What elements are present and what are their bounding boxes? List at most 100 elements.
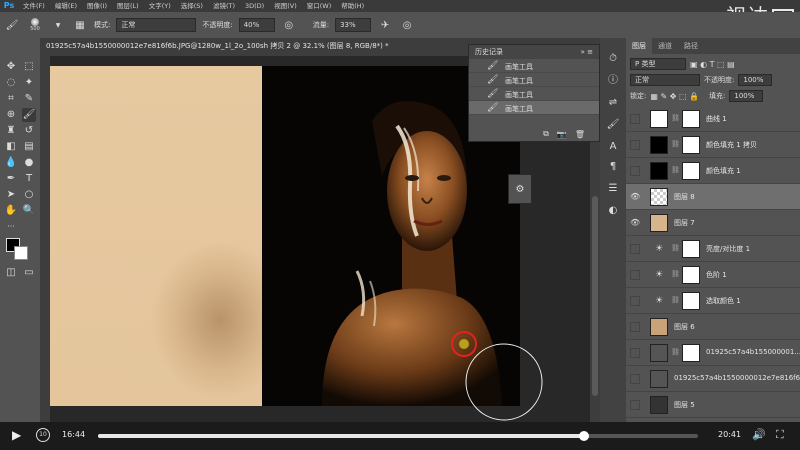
layer-row[interactable]: ☀ ⛓ 选取颜色 1: [626, 288, 800, 314]
progress-bar[interactable]: [98, 431, 698, 441]
layer-mask-thumbnail[interactable]: [682, 110, 700, 128]
link-chain-icon[interactable]: ⛓: [671, 270, 680, 278]
mode-select[interactable]: 正常: [116, 18, 197, 32]
layer-row[interactable]: 图层 5: [626, 392, 800, 418]
layer-thumbnail[interactable]: [650, 370, 668, 388]
layer-thumbnail[interactable]: [650, 396, 668, 414]
menu-item[interactable]: 滤镜(T): [208, 0, 240, 12]
layer-filter-select[interactable]: P 类型: [630, 58, 686, 70]
brush-tool-icon[interactable]: 🖌: [4, 17, 20, 33]
layer-row[interactable]: ⛓ 颜色填充 1 拷贝: [626, 132, 800, 158]
layers-tab[interactable]: 通道: [652, 38, 678, 54]
visibility-eye-icon[interactable]: [630, 348, 640, 358]
visibility-eye-icon[interactable]: [630, 270, 640, 280]
pressure-opacity-icon[interactable]: ◎: [281, 17, 297, 33]
pressure-size-icon[interactable]: ◎: [399, 17, 415, 33]
layer-mask-thumbnail[interactable]: [682, 292, 700, 310]
stamp-tool-icon[interactable]: ♜: [4, 124, 18, 138]
hand-tool-icon[interactable]: ✋: [4, 204, 18, 218]
layers-tab[interactable]: 图层: [626, 38, 652, 54]
history-panel-header[interactable]: 历史记录 » ≡: [469, 45, 599, 59]
gradient-tool-icon[interactable]: ▤: [22, 140, 36, 154]
layer-thumbnail[interactable]: [650, 318, 668, 336]
layer-thumbnail[interactable]: [650, 344, 668, 362]
layer-row[interactable]: ☀ ⛓ 色阶 1: [626, 262, 800, 288]
layer-row[interactable]: ⛓ 曲线 1: [626, 106, 800, 132]
artboard-tool-icon[interactable]: ⬚: [22, 60, 36, 74]
blend-mode-select[interactable]: 正常: [630, 74, 700, 86]
layer-mask-thumbnail[interactable]: [682, 344, 700, 362]
history-item[interactable]: 🖌 画笔工具: [469, 73, 599, 87]
crop-tool-icon[interactable]: ⌗: [4, 92, 18, 106]
layer-thumbnail[interactable]: [650, 188, 668, 206]
link-chain-icon[interactable]: ⛓: [671, 140, 680, 148]
visibility-eye-icon[interactable]: [630, 296, 640, 306]
layer-row[interactable]: ☀ ⛓ 亮度/对比度 1: [626, 236, 800, 262]
swatches-icon[interactable]: ◐: [606, 204, 620, 218]
spot-healing-icon[interactable]: ⊕: [4, 108, 18, 122]
layer-row[interactable]: 01925c57a4b1550000012e7e816f6...: [626, 366, 800, 392]
visibility-eye-icon[interactable]: [630, 244, 640, 254]
visibility-eye-icon[interactable]: 👁: [630, 218, 640, 228]
layer-row[interactable]: 👁 图层 8: [626, 184, 800, 210]
more-tools-icon[interactable]: ···: [4, 220, 18, 234]
panel-collapse-icon[interactable]: » ≡: [581, 45, 593, 59]
path-select-icon[interactable]: ➤: [4, 188, 18, 202]
airbrush-icon[interactable]: ✈: [377, 17, 393, 33]
zoom-tool-icon[interactable]: 🔍: [22, 204, 36, 218]
link-chain-icon[interactable]: ⛓: [671, 244, 680, 252]
brush-settings-icon[interactable]: ▦: [72, 17, 88, 33]
quick-mask-icon[interactable]: ◫: [4, 266, 18, 280]
brush-preset-picker[interactable]: 500: [26, 18, 44, 32]
layer-thumbnail[interactable]: [650, 214, 668, 232]
history-panel-icon[interactable]: ⏱: [606, 52, 620, 66]
pen-tool-icon[interactable]: ✒: [4, 172, 18, 186]
info-panel-icon[interactable]: ⓘ: [606, 74, 620, 88]
layer-mask-thumbnail[interactable]: [682, 266, 700, 284]
scrollbar-thumb[interactable]: [592, 196, 598, 396]
layer-row[interactable]: ⛓ 颜色填充 1: [626, 158, 800, 184]
background-color-swatch[interactable]: [14, 246, 28, 260]
brush-tool-icon[interactable]: 🖌: [22, 108, 36, 122]
layer-thumbnail[interactable]: ☀: [650, 266, 668, 284]
visibility-eye-icon[interactable]: [630, 322, 640, 332]
replay-10-icon[interactable]: 10: [36, 428, 50, 442]
menu-item[interactable]: 3D(D): [240, 0, 269, 12]
screen-mode-icon[interactable]: ▭: [22, 266, 36, 280]
layer-thumbnail[interactable]: [650, 110, 668, 128]
visibility-eye-icon[interactable]: 👁: [630, 192, 640, 202]
character-panel-icon[interactable]: A: [606, 140, 620, 154]
visibility-eye-icon[interactable]: [630, 114, 640, 124]
menu-item[interactable]: 图层(L): [112, 0, 144, 12]
filter-icons[interactable]: ▣ ◐ T ⬚ ▤: [690, 60, 735, 69]
link-chain-icon[interactable]: ⛓: [671, 348, 680, 356]
layer-row[interactable]: 图层 6: [626, 314, 800, 340]
layer-mask-thumbnail[interactable]: [682, 240, 700, 258]
layer-thumbnail[interactable]: ☀: [650, 240, 668, 258]
history-item[interactable]: 🖌 画笔工具: [469, 59, 599, 73]
link-chain-icon[interactable]: ⛓: [671, 114, 680, 122]
history-item[interactable]: 🖌 画笔工具: [469, 87, 599, 101]
visibility-eye-icon[interactable]: [630, 400, 640, 410]
visibility-eye-icon[interactable]: [630, 166, 640, 176]
layer-row[interactable]: ⛓ 01925c57a4b155000001...: [626, 340, 800, 366]
layer-row[interactable]: 👁 图层 7: [626, 210, 800, 236]
layer-thumbnail[interactable]: [650, 162, 668, 180]
opacity-field[interactable]: 40%: [238, 18, 275, 32]
eraser-tool-icon[interactable]: ◧: [4, 140, 18, 154]
menu-item[interactable]: 视图(V): [269, 0, 302, 12]
layer-mask-thumbnail[interactable]: [682, 136, 700, 154]
blur-tool-icon[interactable]: 💧: [4, 156, 18, 170]
eyedropper-icon[interactable]: ✎: [22, 92, 36, 106]
visibility-eye-icon[interactable]: [630, 374, 640, 384]
magic-wand-icon[interactable]: ✦: [22, 76, 36, 90]
progress-knob[interactable]: [579, 431, 589, 441]
fill-field[interactable]: 100%: [729, 90, 764, 102]
menu-item[interactable]: 文字(Y): [144, 0, 176, 12]
link-chain-icon[interactable]: ⛓: [671, 166, 680, 174]
history-brush-icon[interactable]: ↺: [22, 124, 36, 138]
ellipse-tool-icon[interactable]: ○: [22, 188, 36, 202]
menu-item[interactable]: 图像(I): [82, 0, 112, 12]
menu-item[interactable]: 文件(F): [18, 0, 50, 12]
volume-icon[interactable]: 🔊: [752, 428, 766, 441]
